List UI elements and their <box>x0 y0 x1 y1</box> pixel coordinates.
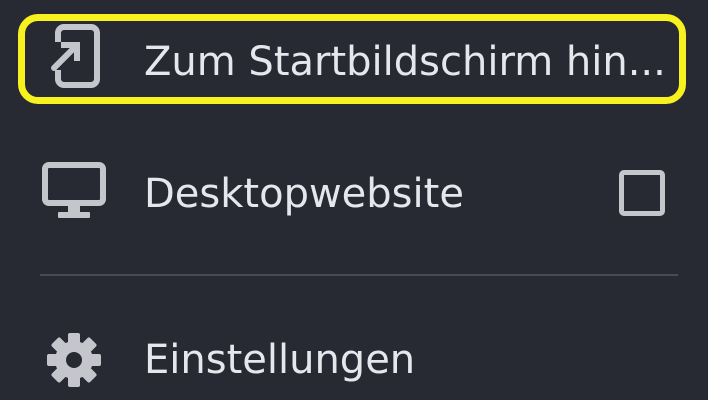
desktop-icon <box>42 162 106 220</box>
menu-item-label: Einstellungen <box>144 337 416 383</box>
menu-item-label: Zum Startbildschirm hin... <box>144 39 666 85</box>
add-to-home-screen-icon <box>48 24 102 88</box>
gear-icon <box>44 330 104 390</box>
desktop-website-checkbox[interactable] <box>619 170 665 216</box>
menu-item-add-to-home-screen[interactable]: Zum Startbildschirm hin... <box>0 0 708 130</box>
overflow-menu: Zum Startbildschirm hin... Desktopwebsit… <box>0 0 708 400</box>
menu-item-label: Desktopwebsite <box>144 171 464 217</box>
menu-item-desktop-website[interactable]: Desktopwebsite <box>0 140 708 250</box>
menu-divider <box>40 274 678 276</box>
menu-item-settings[interactable]: Einstellungen <box>0 300 708 400</box>
